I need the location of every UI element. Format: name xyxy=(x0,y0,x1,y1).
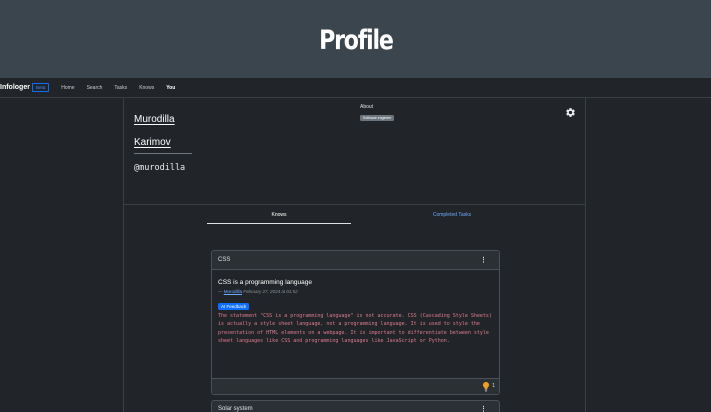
more-options-icon[interactable]: ⋮ xyxy=(480,257,487,264)
page-hero: Profile xyxy=(0,0,711,78)
name-divider xyxy=(134,153,192,154)
profile-section: Murodilla Karimov @murodilla About Softw… xyxy=(124,98,585,205)
like-count: 1 xyxy=(492,383,495,389)
card-footer: 1 xyxy=(212,378,499,394)
profile-first-name: Murodilla xyxy=(134,114,175,125)
know-card: Solar system ⋮ xyxy=(211,400,500,412)
card-title: CSS is a programming language xyxy=(218,279,312,286)
card-header: CSS ⋮ xyxy=(212,251,499,270)
nav-you[interactable]: You xyxy=(166,85,175,91)
profile-last-name: Karimov xyxy=(134,137,171,148)
gear-icon[interactable] xyxy=(565,107,576,118)
nav-home[interactable]: Home xyxy=(61,85,74,91)
post-date: February 27, 2024 at 01:52 xyxy=(243,289,298,294)
tab-knows[interactable]: Knows xyxy=(207,212,351,224)
about-label: About xyxy=(360,104,374,110)
profile-handle: @murodilla xyxy=(134,163,186,173)
about-badge: Software engineer xyxy=(360,115,395,121)
card-topic: Solar system xyxy=(218,406,253,412)
page-title: Profile xyxy=(318,24,394,56)
brand-logo[interactable]: Infologer xyxy=(0,84,30,91)
tab-completed-tasks[interactable]: Completed Tasks xyxy=(397,212,507,224)
know-card: CSS ⋮ CSS is a programming language — Mu… xyxy=(211,250,500,395)
nav-knows[interactable]: Knows xyxy=(139,85,154,91)
nav-search[interactable]: Search xyxy=(87,85,103,91)
beta-badge: Beta xyxy=(31,83,50,92)
main-content: Murodilla Karimov @murodilla About Softw… xyxy=(123,98,586,412)
ai-feedback-badge: AI Feedback xyxy=(218,303,250,310)
profile-tabs: Knows Completed Tasks xyxy=(207,212,507,224)
card-meta: — Murodilla February 27, 2024 at 01:52 xyxy=(218,289,298,294)
author-link[interactable]: Murodilla xyxy=(224,289,242,294)
navbar: Infologer Beta Home Search Tasks Knows Y… xyxy=(0,78,711,98)
card-topic: CSS xyxy=(218,257,231,263)
more-options-icon[interactable]: ⋮ xyxy=(480,405,487,412)
nav-tasks[interactable]: Tasks xyxy=(114,85,127,91)
lightbulb-icon[interactable] xyxy=(482,382,490,392)
nav-links: Home Search Tasks Knows You xyxy=(61,85,187,91)
ai-feedback-text: The statement "CSS is a programming lang… xyxy=(218,313,492,344)
